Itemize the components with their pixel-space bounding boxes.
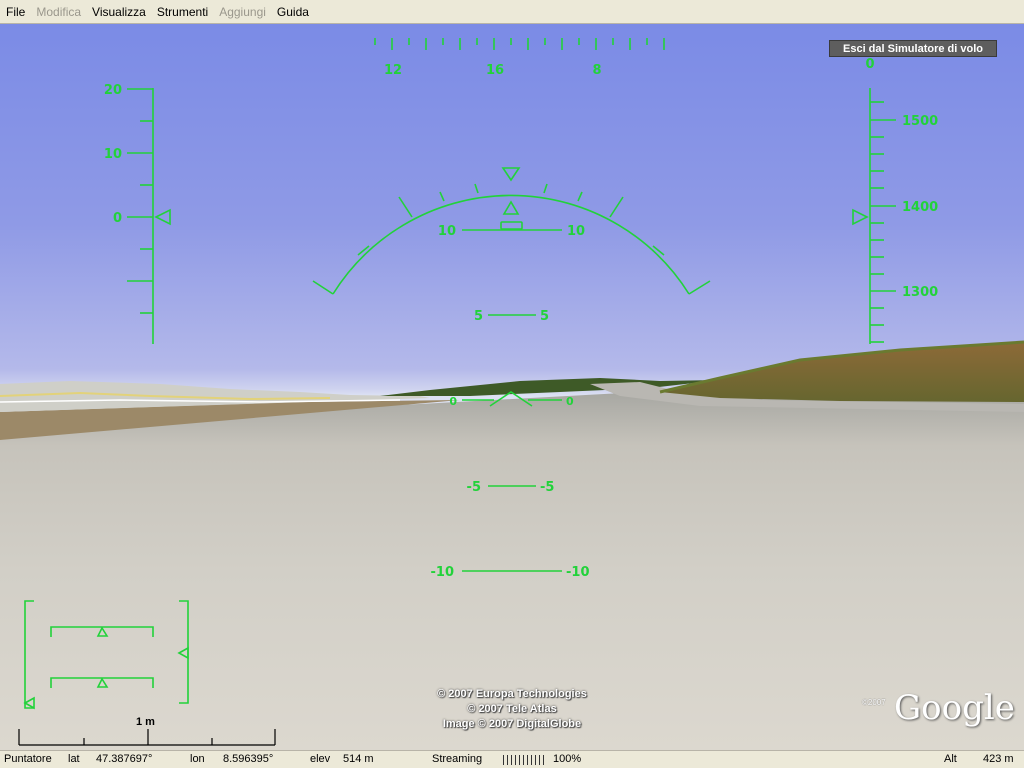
pitch-neg5-left: -5 [467, 480, 481, 495]
pitch-neg10-right: -10 [566, 565, 590, 580]
menu-modifica[interactable]: Modifica [30, 1, 86, 23]
copyright-line-1: © 2007 Europa Technologies [437, 688, 587, 700]
scale-label: 1 m [136, 716, 155, 728]
google-logo: Google [894, 688, 1015, 728]
heading-label-12: 12 [384, 63, 402, 78]
pointer-label: Puntatore [4, 753, 52, 765]
lon-value: 8.596395° [223, 753, 274, 765]
airspeed-tape [127, 88, 171, 344]
altitude-top-readout: 0 [865, 57, 874, 72]
menu-visualizza[interactable]: Visualizza [86, 1, 151, 23]
lat-value: 47.387697° [96, 753, 153, 765]
airspeed-label-10: 10 [104, 147, 122, 162]
flight-view[interactable]: 12 16 8 20 10 0 0 1500 1400 1300 10 10 5… [0, 24, 1024, 750]
bank-indicator [312, 167, 711, 295]
copyright-line-3: Image © 2007 DigitalGlobe [442, 718, 582, 730]
menu-bar: File Modifica Visualizza Strumenti Aggiu… [0, 0, 1024, 24]
status-bar: Puntatore lat 47.387697° lon 8.596395° e… [0, 750, 1024, 768]
airspeed-label-0: 0 [113, 211, 122, 226]
pitch-0-left: 0 [449, 395, 457, 408]
altitude-pointer [852, 208, 869, 226]
altitude-label-1400: 1400 [902, 200, 938, 215]
menu-aggiungi[interactable]: Aggiungi [213, 1, 271, 23]
altitude-label-1300: 1300 [902, 285, 938, 300]
pitch-5-right: 5 [540, 309, 549, 324]
heading-label-8: 8 [592, 63, 601, 78]
bank-pointer [501, 167, 521, 182]
streaming-label: Streaming [432, 753, 483, 765]
pitch-0-right: 0 [566, 395, 574, 408]
menu-strumenti[interactable]: Strumenti [151, 1, 213, 23]
google-logo-area: ©2007 Google [862, 688, 1015, 732]
streaming-progress-bar [503, 755, 545, 765]
pitch-neg10-left: -10 [431, 565, 455, 580]
altitude-tape [852, 88, 896, 344]
right-hill [660, 342, 1024, 402]
alt-label: Alt [944, 753, 957, 765]
logo-year: ©2007 [862, 698, 886, 707]
lon-label: lon [190, 753, 205, 765]
airspeed-pointer [154, 208, 171, 226]
elev-value: 514 m [343, 753, 374, 765]
streaming-percent: 100% [553, 753, 582, 765]
pitch-10-right: 10 [567, 224, 585, 239]
airspeed-label-20: 20 [104, 83, 122, 98]
hud-overlay: 12 16 8 20 10 0 0 1500 1400 1300 10 10 5… [0, 38, 1024, 750]
lat-label: lat [68, 753, 80, 765]
altitude-label-1500: 1500 [902, 114, 938, 129]
pitch-5-left: 5 [474, 309, 483, 324]
heading-label-16: 16 [486, 63, 504, 78]
pitch-neg5-right: -5 [540, 480, 554, 495]
heading-tape [374, 38, 665, 50]
menu-file[interactable]: File [0, 1, 30, 23]
exit-flight-simulator-button[interactable]: Esci dal Simulatore di volo [829, 40, 997, 57]
elev-label: elev [310, 753, 331, 765]
pitch-10-left: 10 [438, 224, 456, 239]
roll-marker [502, 200, 520, 215]
menu-guida[interactable]: Guida [271, 1, 314, 23]
copyright-line-2: © 2007 Tele Atlas [467, 703, 557, 715]
alt-value: 423 m [983, 753, 1014, 765]
